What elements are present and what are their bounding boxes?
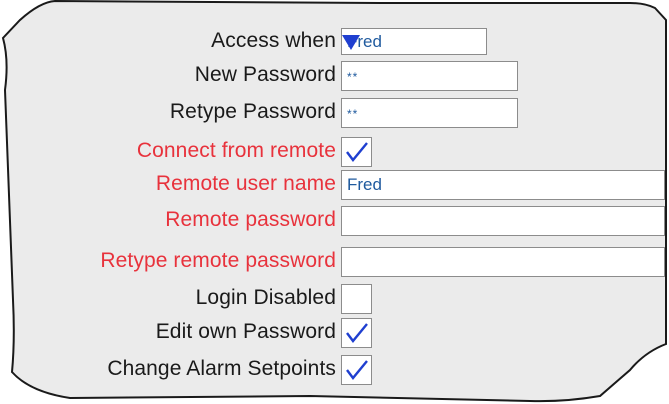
retype-remote-password-field[interactable] [341,247,665,277]
change-alarm-setpoints-row: Change Alarm Setpoints [0,352,669,386]
change-alarm-setpoints-checkbox[interactable] [341,355,372,385]
connect-remote-checkbox[interactable] [341,137,372,167]
checkmark-icon [346,360,368,380]
access-when-row: Access when [0,24,669,58]
user-settings-panel: Access when Fred New Password ** Retype … [0,0,669,404]
connect-remote-row: Connect from remote [0,134,669,168]
edit-own-password-checkbox[interactable] [341,318,372,348]
access-when-dropdown[interactable]: Fred [341,28,487,55]
retype-password-field[interactable]: ** [341,98,518,128]
connect-remote-label: Connect from remote [136,139,336,162]
retype-remote-password-label: Retype remote password [100,249,336,272]
retype-password-label: Retype Password [169,100,336,123]
triangle-down-icon [342,35,360,50]
new-password-field[interactable]: ** [341,61,518,91]
new-password-row: New Password ** [0,58,669,92]
remote-user-field[interactable]: Fred [341,170,665,200]
login-disabled-row: Login Disabled [0,281,669,315]
edit-own-password-label: Edit own Password [155,320,336,343]
login-disabled-label: Login Disabled [195,286,336,309]
checkmark-icon [346,142,368,162]
retype-password-row: Retype Password ** [0,95,669,129]
remote-password-row: Remote password [0,203,669,237]
login-disabled-checkbox[interactable] [341,284,372,314]
change-alarm-setpoints-label: Change Alarm Setpoints [107,357,336,380]
remote-password-label: Remote password [165,208,336,231]
edit-own-password-row: Edit own Password [0,315,669,349]
new-password-label: New Password [194,63,336,86]
remote-user-row: Remote user name Fred [0,167,669,201]
remote-user-label: Remote user name [155,172,336,195]
retype-remote-password-row: Retype remote password [0,244,669,278]
remote-password-field[interactable] [341,206,665,236]
checkmark-icon [346,323,368,343]
access-when-label: Access when [211,29,336,52]
